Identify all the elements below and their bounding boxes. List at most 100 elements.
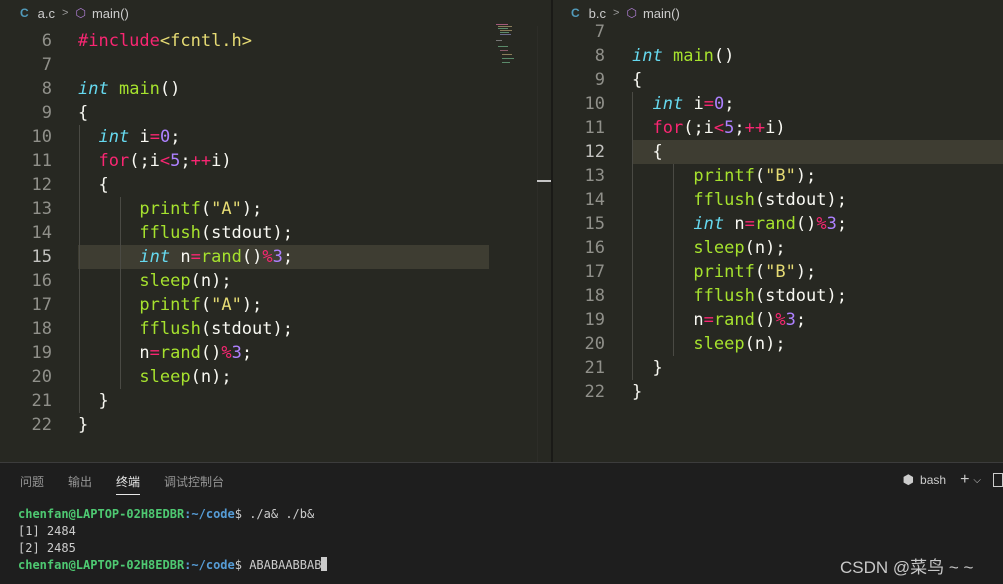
code-line[interactable]: 17 printf("B"); bbox=[553, 260, 1003, 284]
terminal-output[interactable]: chenfan@LAPTOP-02H8EDBR:~/code$ ./a& ./b… bbox=[18, 506, 328, 574]
code-text: { bbox=[78, 173, 108, 197]
code-line[interactable]: 14 fflush(stdout); bbox=[553, 188, 1003, 212]
indent-guide bbox=[632, 92, 633, 380]
token: "A" bbox=[211, 199, 242, 219]
code-line[interactable]: 7 bbox=[0, 53, 551, 77]
token: <fcntl.h> bbox=[159, 31, 253, 51]
code-line[interactable]: 7 bbox=[553, 20, 1003, 44]
code-line[interactable]: 13 printf("A"); bbox=[0, 197, 551, 221]
code-line[interactable]: 17 printf("A"); bbox=[0, 293, 551, 317]
method-cube-icon: ⬡ bbox=[626, 6, 637, 20]
terminal-cursor bbox=[321, 557, 328, 571]
code-text: int main() bbox=[78, 77, 180, 101]
token: % bbox=[221, 343, 232, 363]
token: (stdout); bbox=[754, 190, 847, 210]
code-text: sleep(n); bbox=[78, 269, 231, 293]
code-line[interactable]: 18 fflush(stdout); bbox=[0, 317, 551, 341]
code-text: } bbox=[632, 380, 642, 404]
token: % bbox=[262, 247, 273, 267]
tab-problems[interactable]: 问题 bbox=[20, 473, 44, 495]
code-line[interactable]: 20 sleep(n); bbox=[553, 332, 1003, 356]
code-line[interactable]: 21 } bbox=[0, 389, 551, 413]
code-line[interactable]: 6 #include<fcntl.h> bbox=[0, 29, 551, 53]
line-number: 6 bbox=[41, 31, 52, 51]
token: "B" bbox=[765, 166, 796, 186]
code-line[interactable]: 8 int main() bbox=[553, 44, 1003, 68]
chevron-down-icon[interactable]: ⌵ bbox=[973, 475, 981, 486]
code-line[interactable]: 10 int i=0; bbox=[0, 125, 551, 149]
token: 3 bbox=[231, 343, 242, 363]
code-line[interactable]: 16 sleep(n); bbox=[553, 236, 1003, 260]
tab-output[interactable]: 输出 bbox=[68, 473, 92, 495]
code-line[interactable]: 8 int main() bbox=[0, 77, 551, 101]
token: (n); bbox=[744, 238, 786, 258]
code-line[interactable]: 20 sleep(n); bbox=[0, 365, 551, 389]
shell-name[interactable]: bash bbox=[920, 473, 946, 487]
code-line[interactable]: 12 { bbox=[0, 173, 551, 197]
token: fflush bbox=[139, 223, 201, 243]
breadcrumb-file[interactable]: b.c bbox=[589, 6, 606, 21]
code-text: fflush(stdout); bbox=[78, 317, 293, 341]
scrollbar-thumb[interactable] bbox=[537, 180, 551, 182]
token: int bbox=[632, 46, 663, 66]
tab-terminal[interactable]: 终端 bbox=[116, 473, 141, 495]
breadcrumb-file[interactable]: a.c bbox=[38, 6, 55, 21]
line-number: 13 bbox=[584, 166, 605, 186]
line-number: 7 bbox=[594, 22, 605, 42]
code-line[interactable]: 14 fflush(stdout); bbox=[0, 221, 551, 245]
terminal-line: chenfan@LAPTOP-02H8EDBR:~/code$ ABABAABB… bbox=[18, 557, 328, 574]
code-line[interactable]: 15 int n=rand()%3; bbox=[0, 245, 551, 269]
minimap[interactable] bbox=[496, 24, 514, 72]
code-line[interactable]: 21 } bbox=[553, 356, 1003, 380]
code-text: } bbox=[78, 413, 88, 437]
token: 3 bbox=[785, 310, 796, 330]
code-line[interactable]: 13 printf("B"); bbox=[553, 164, 1003, 188]
split-terminal-icon[interactable] bbox=[993, 473, 1003, 487]
code-line[interactable]: 10 int i=0; bbox=[553, 92, 1003, 116]
token: printf bbox=[693, 166, 755, 186]
token: ++ bbox=[190, 151, 212, 171]
editor-pane-a[interactable]: C a.c > ⬡ main() 6 #include<fcntl.h> 7 8 int… bbox=[0, 0, 551, 462]
code-line[interactable]: 9{ bbox=[553, 68, 1003, 92]
code-line[interactable]: 11 for(;i<5;++i) bbox=[553, 116, 1003, 140]
code-line[interactable]: 9{ bbox=[0, 101, 551, 125]
code-line[interactable]: 16 sleep(n); bbox=[0, 269, 551, 293]
line-number: 22 bbox=[31, 415, 52, 435]
token: } bbox=[632, 358, 663, 378]
code-line[interactable]: 19 n=rand()%3; bbox=[553, 308, 1003, 332]
code-text: fflush(stdout); bbox=[632, 188, 847, 212]
code-line[interactable]: 22} bbox=[0, 413, 551, 437]
code-line[interactable]: 22} bbox=[553, 380, 1003, 404]
line-number: 8 bbox=[41, 79, 52, 99]
code-line[interactable]: 19 n=rand()%3; bbox=[0, 341, 551, 365]
token: sleep bbox=[693, 238, 745, 258]
line-number: 19 bbox=[584, 310, 605, 330]
code-line[interactable]: 12 { bbox=[553, 140, 1003, 164]
code-line[interactable]: 15 int n=rand()%3; bbox=[553, 212, 1003, 236]
breadcrumb-symbol[interactable]: main() bbox=[92, 6, 129, 21]
line-number: 13 bbox=[31, 199, 52, 219]
plus-icon[interactable]: + bbox=[960, 471, 969, 489]
code-line[interactable]: 18 fflush(stdout); bbox=[553, 284, 1003, 308]
editor-pane-b[interactable]: C b.c > ⬡ main() 7 8 int main() 9{10 int i=… bbox=[553, 0, 1003, 462]
token: 3 bbox=[272, 247, 283, 267]
line-number: 21 bbox=[31, 391, 52, 411]
line-number: 20 bbox=[584, 334, 605, 354]
code-line[interactable]: 11 for(;i<5;++i) bbox=[0, 149, 551, 173]
code-text: printf("B"); bbox=[632, 164, 816, 188]
token: = bbox=[149, 343, 160, 363]
watermark: CSDN @菜鸟 ~ ~ bbox=[840, 558, 974, 577]
code-text: n=rand()%3; bbox=[632, 308, 806, 332]
code-text: for(;i<5;++i) bbox=[632, 116, 785, 140]
token: ++ bbox=[744, 118, 766, 138]
tab-debug-console[interactable]: 调试控制台 bbox=[164, 473, 224, 495]
scrollbar-track[interactable] bbox=[537, 26, 538, 462]
breadcrumb-symbol[interactable]: main() bbox=[643, 6, 680, 21]
